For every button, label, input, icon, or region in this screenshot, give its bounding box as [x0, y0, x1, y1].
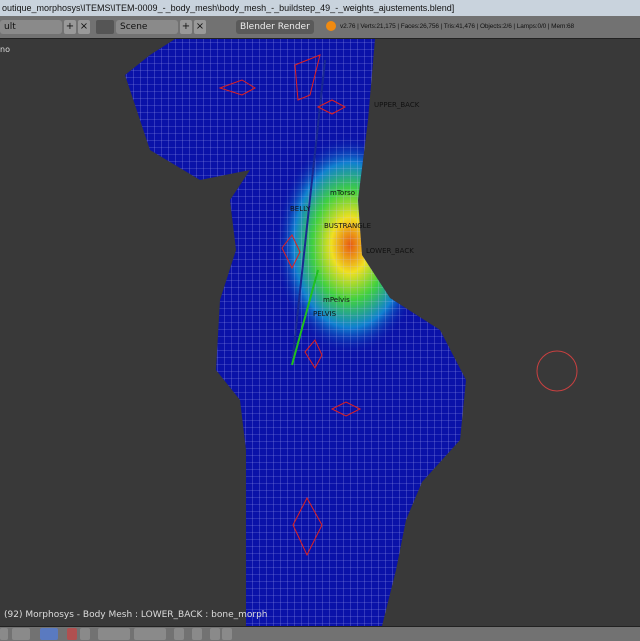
add-layout-button[interactable]: +	[64, 20, 76, 34]
transform-toggle[interactable]	[80, 628, 90, 640]
add-scene-button[interactable]: +	[180, 20, 192, 34]
bone-label-pelvis2: PELVIS	[313, 310, 337, 318]
bone-label-overlap: BUSTRANGLE	[324, 222, 371, 230]
lock-layers-icon[interactable]	[174, 628, 184, 640]
bone-label-upper-back: UPPER_BACK	[374, 101, 420, 109]
snap-icon[interactable]	[192, 628, 202, 640]
bone-label-pelvis: mPelvis	[323, 296, 350, 304]
bone-label-belly: BELLY	[290, 205, 311, 213]
viewport-shading-select[interactable]	[12, 628, 30, 640]
manipulator-toggle[interactable]	[67, 628, 77, 640]
3d-view-toolbar	[0, 626, 640, 641]
remove-scene-button[interactable]: ×	[194, 20, 206, 34]
render-icon[interactable]	[210, 628, 220, 640]
blender-logo-icon	[326, 21, 336, 31]
render-engine-select[interactable]: Blender Render	[236, 20, 314, 34]
layers-group-2[interactable]	[134, 628, 166, 640]
scene-selector[interactable]: Scene	[116, 20, 178, 34]
layers-group-1[interactable]	[98, 628, 130, 640]
window-title: outique_morphosys\ITEMS\ITEM-0009_-_body…	[0, 0, 640, 16]
view-name: no	[0, 45, 10, 54]
bone-label-mtorso: mTorso	[330, 189, 355, 197]
pivot-select[interactable]	[40, 628, 58, 640]
remove-layout-button[interactable]: ×	[78, 20, 90, 34]
bone-label-lower-back: LOWER_BACK	[366, 247, 414, 255]
scene-stats: v2.76 | Verts:21,175 | Faces:26,756 | Tr…	[340, 23, 575, 30]
info-header: ult + × Scene + × Blender Render v2.76 |…	[0, 16, 640, 39]
scene-icon[interactable]	[96, 20, 114, 34]
viewport-status: (92) Morphosys - Body Mesh : LOWER_BACK …	[4, 610, 268, 620]
mode-select[interactable]	[0, 628, 8, 640]
clapper-icon[interactable]	[222, 628, 232, 640]
body-mesh[interactable]	[0, 39, 640, 626]
3d-viewport[interactable]: UPPER_BACK mTorso BELLY BUSTRANGLE LOWER…	[0, 39, 640, 626]
3d-cursor-icon[interactable]	[536, 350, 578, 392]
layout-selector[interactable]: ult	[0, 20, 62, 34]
